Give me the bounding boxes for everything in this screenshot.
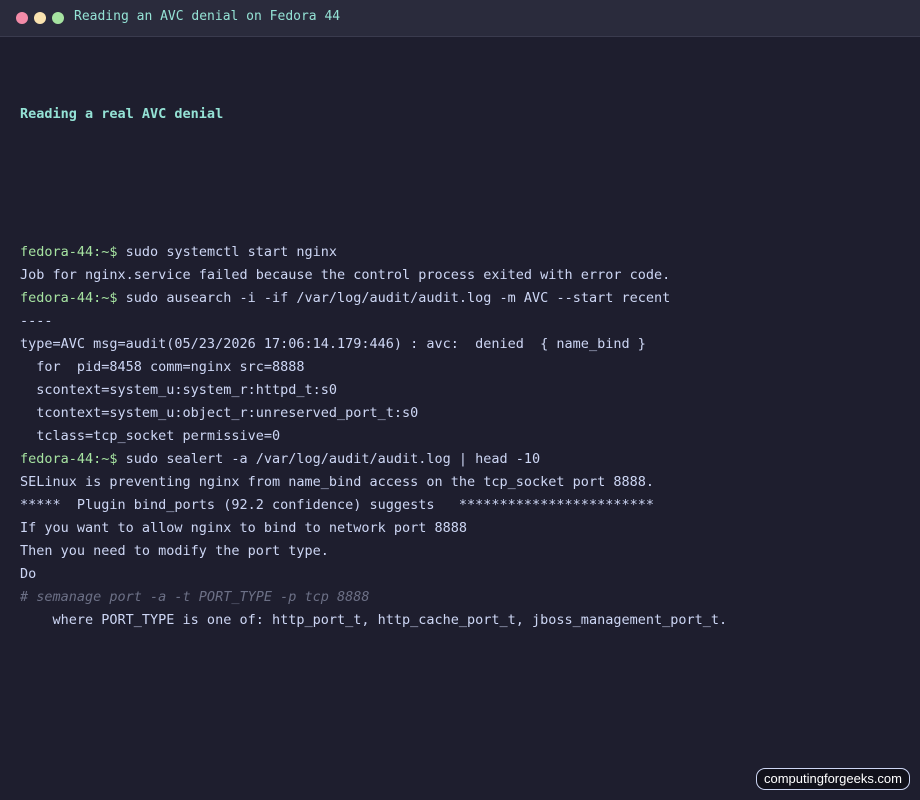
shell-prompt: fedora-44:~$ [20, 290, 118, 306]
command-text: sudo sealert -a /var/log/audit/audit.log… [117, 451, 541, 467]
title-bar: Reading an AVC denial on Fedora 44 [0, 0, 920, 37]
comment-line: # semanage port -a -t PORT_TYPE -p tcp 8… [20, 586, 900, 609]
output-line: Then you need to modify the port type. [20, 543, 329, 559]
output-line: scontext=system_u:system_r:httpd_t:s0 [20, 382, 337, 398]
watermark: computingforgeeks.com [755, 768, 910, 790]
command-text: sudo ausearch -i -if /var/log/audit/audi… [117, 290, 671, 306]
maximize-button[interactable] [52, 12, 64, 24]
output-line: ---- [20, 313, 53, 329]
output-line: tclass=tcp_socket permissive=0 [20, 428, 281, 444]
output-line: type=AVC msg=audit(05/23/2026 17:06:14.1… [20, 336, 646, 352]
output-line: where PORT_TYPE is one of: http_port_t, … [20, 612, 728, 628]
output-line: Job for nginx.service failed because the… [20, 267, 671, 283]
comment-text: # semanage port -a -t PORT_TYPE -p tcp 8… [20, 589, 370, 605]
window-title: Reading an AVC denial on Fedora 44 [74, 9, 341, 24]
shell-prompt: fedora-44:~$ [20, 451, 118, 467]
command-line: fedora-44:~$ sudo systemctl start nginx [20, 241, 900, 264]
shell-prompt: fedora-44:~$ [20, 244, 118, 260]
command-text: sudo systemctl start nginx [117, 244, 337, 260]
command-line: fedora-44:~$ sudo sealert -a /var/log/au… [20, 448, 900, 471]
terminal-lines: fedora-44:~$ sudo systemctl start nginx J… [20, 241, 900, 632]
command-line: fedora-44:~$ sudo ausearch -i -if /var/l… [20, 287, 900, 310]
minimize-button[interactable] [34, 12, 46, 24]
close-button[interactable] [16, 12, 28, 24]
section-heading: Reading a real AVC denial [20, 106, 224, 122]
output-line: tcontext=system_u:object_r:unreserved_po… [20, 405, 419, 421]
output-line: ***** Plugin bind_ports (92.2 confidence… [20, 497, 654, 513]
output-line: for pid=8458 comm=nginx src=8888 [20, 359, 305, 375]
output-line: Do [20, 566, 37, 582]
terminal-window: Reading an AVC denial on Fedora 44 Readi… [0, 0, 920, 800]
output-line: If you want to allow nginx to bind to ne… [20, 520, 468, 536]
output-line: SELinux is preventing nginx from name_bi… [20, 474, 654, 490]
terminal-output[interactable]: Reading a real AVC denial fedora-44:~$ s… [20, 57, 900, 678]
